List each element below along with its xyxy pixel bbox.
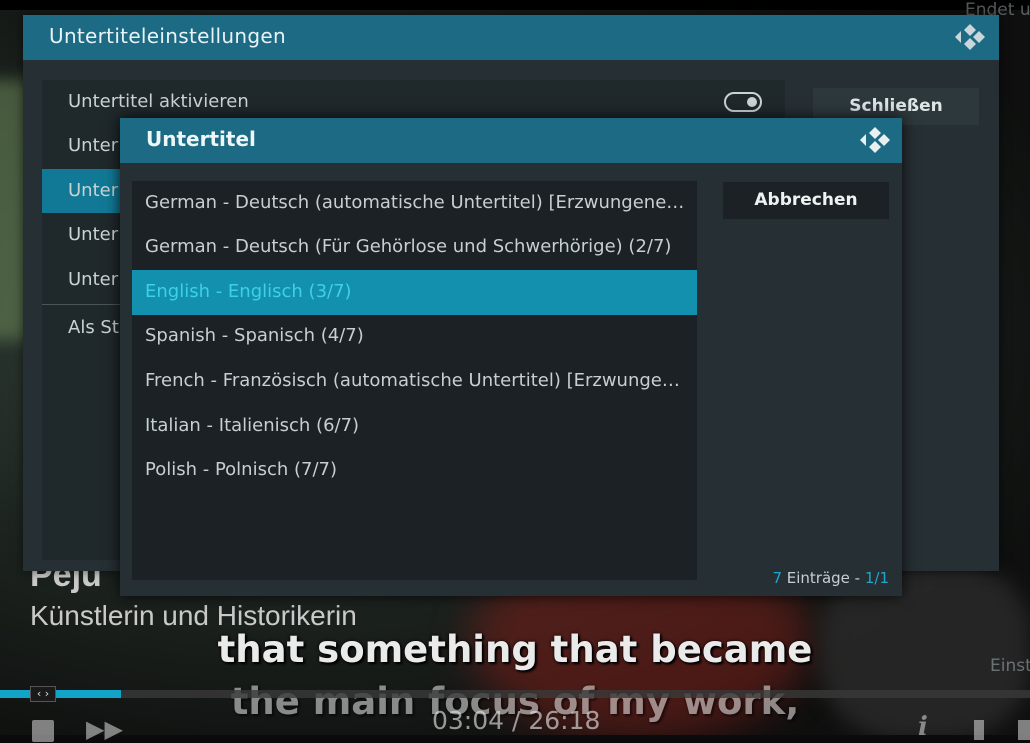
kodi-logo-icon <box>860 127 890 153</box>
subtitle-select-dialog: Untertitel German - Deutsch (automatisch… <box>120 118 902 596</box>
subtitle-option-selected[interactable]: English - Englisch (3/7) <box>132 270 697 315</box>
subtitle-option-label: Spanish - Spanisch (4/7) <box>145 325 364 346</box>
progress-fill <box>0 690 121 698</box>
subtitle-option-label: French - Französisch (automatische Unter… <box>145 370 685 391</box>
subtitle-option-label: German - Deutsch (Für Gehörlose und Schw… <box>145 236 672 257</box>
seek-arrows-icon[interactable]: ‹ › <box>30 686 56 702</box>
toggle-switch[interactable] <box>724 92 762 112</box>
subtitle-option[interactable]: Italian - Italienisch (6/7) <box>132 404 697 449</box>
setting-label: Unter <box>68 135 119 156</box>
subtitle-option-label: German - Deutsch (automatische Untertite… <box>145 192 685 213</box>
subtitle-option[interactable]: German - Deutsch (Für Gehörlose und Schw… <box>132 225 697 270</box>
audio-control-icon[interactable] <box>1018 720 1030 740</box>
page-indicator: 1/1 <box>864 569 889 587</box>
dialog-header: Untertitel <box>120 118 902 163</box>
subtitle-option[interactable]: Spanish - Spanisch (4/7) <box>132 314 697 359</box>
subtitle-option-label: Polish - Polnisch (7/7) <box>145 459 338 480</box>
kodi-logo-icon <box>955 24 985 50</box>
setting-label: Unter <box>68 224 119 245</box>
subtitle-control-icon[interactable] <box>974 720 984 740</box>
time-display: 03:04 / 26:18 <box>432 706 601 735</box>
item-count: 7 Einträge - 1/1 <box>772 569 889 587</box>
subtitle-line-1: that something that became <box>217 628 813 671</box>
subtitle-option[interactable]: Polish - Polnisch (7/7) <box>132 448 697 493</box>
dialog-title: Untertitel <box>146 127 256 151</box>
subtitle-option-label: English - Englisch (3/7) <box>145 281 352 302</box>
setting-label: Untertitel aktivieren <box>68 91 249 112</box>
subtitle-option-label: Italian - Italienisch (6/7) <box>145 415 360 436</box>
dialog-header: Untertiteleinstellungen <box>23 15 999 60</box>
progress-track[interactable] <box>0 690 1030 698</box>
subtitle-list: German - Deutsch (automatische Untertite… <box>132 181 697 580</box>
stop-icon[interactable] <box>32 720 54 742</box>
setting-label: Unter <box>68 269 119 290</box>
toggle-knob <box>747 97 757 107</box>
cancel-button[interactable]: Abbrechen <box>723 182 889 219</box>
info-icon[interactable]: i <box>918 712 928 742</box>
subtitle-option[interactable]: French - Französisch (automatische Unter… <box>132 359 697 404</box>
dialog-title: Untertiteleinstellungen <box>49 24 286 48</box>
right-edge-label: Einst <box>990 656 1030 676</box>
top-bar <box>0 0 1030 10</box>
subtitle-option[interactable]: German - Deutsch (automatische Untertite… <box>132 181 697 226</box>
item-count-number: 7 <box>772 569 782 587</box>
fast-forward-icon[interactable]: ▶▶ <box>86 716 123 742</box>
setting-label: Unter <box>68 180 119 201</box>
item-count-label: Einträge - <box>782 569 865 587</box>
